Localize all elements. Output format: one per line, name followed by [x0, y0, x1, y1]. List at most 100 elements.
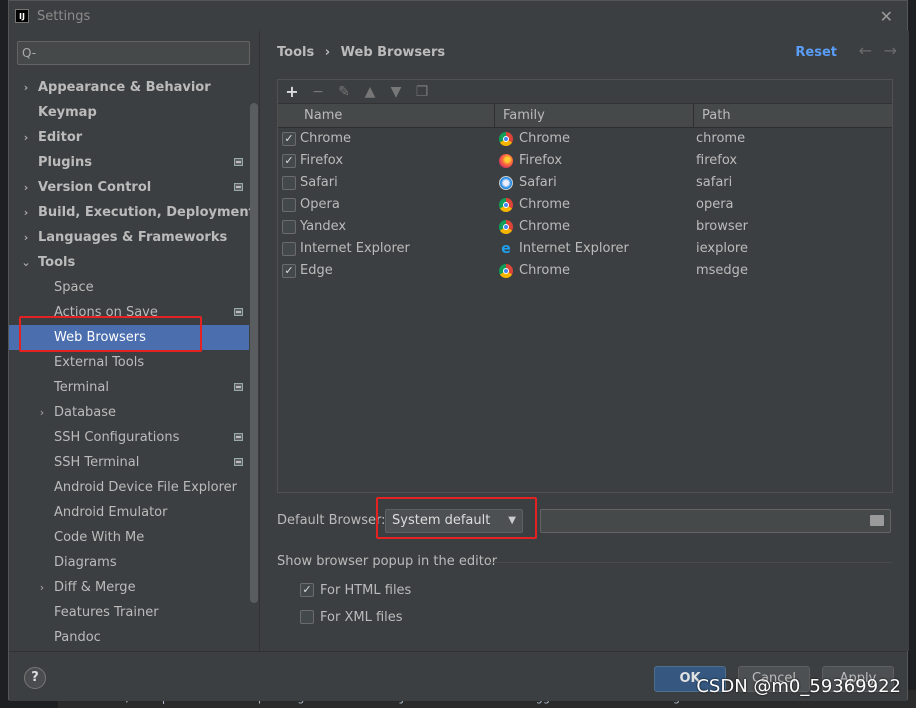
folder-icon[interactable] — [870, 515, 884, 526]
chevron-right-icon[interactable]: › — [21, 125, 31, 150]
xml-files-option[interactable]: For XML files — [300, 607, 403, 627]
sidebar-item-label: Build, Execution, Deployment — [38, 205, 255, 220]
chevron-right-icon[interactable]: › — [21, 75, 31, 100]
settings-sidebar: Q- › Appearance & Behavior Keymap › Editor Pl… — [9, 31, 259, 651]
table-row[interactable]: Safari Safari safari — [278, 172, 892, 194]
close-icon[interactable]: ✕ — [880, 7, 893, 26]
sidebar-item-diagrams[interactable]: Diagrams — [9, 550, 249, 575]
edit-pencil-icon[interactable]: ✎ — [336, 84, 352, 100]
back-arrow-icon[interactable]: ← — [859, 41, 872, 60]
sidebar-item-languages-frameworks[interactable]: › Languages & Frameworks — [9, 225, 249, 250]
column-header-family[interactable]: Family — [495, 104, 694, 127]
browsers-table: + − ✎ ▲ ▼ ❐ Name Family Path ✓ Chrome Chro… — [277, 79, 893, 493]
sidebar-item-android-emulator[interactable]: Android Emulator — [9, 500, 249, 525]
column-header-path[interactable]: Path — [694, 104, 892, 127]
chevron-right-icon[interactable]: › — [21, 200, 31, 225]
table-row[interactable]: Yandex Chrome browser — [278, 216, 892, 238]
table-row[interactable]: ✓ Firefox Firefox firefox — [278, 150, 892, 172]
sidebar-item-appearance-behavior[interactable]: › Appearance & Behavior — [9, 75, 249, 100]
browser-enabled-checkbox[interactable] — [282, 198, 296, 212]
table-row[interactable]: Opera Chrome opera — [278, 194, 892, 216]
html-files-checkbox[interactable]: ✓ — [300, 583, 314, 597]
browser-family: Chrome — [519, 219, 570, 234]
chevron-right-icon[interactable]: › — [21, 175, 31, 200]
chrome-icon — [499, 132, 513, 146]
table-row[interactable]: ✓ Edge Chrome msedge — [278, 260, 892, 282]
sidebar-item-label: Database — [54, 405, 117, 420]
browser-name-cell: ✓ Firefox — [278, 150, 495, 172]
chrome-icon — [499, 264, 513, 278]
settings-dialog: IJ Settings ✕ Q- › Appearance & Behavior K… — [8, 0, 909, 701]
browser-family-cell: Chrome — [495, 194, 694, 216]
browser-name: Chrome — [300, 131, 351, 146]
sidebar-item-pandoc[interactable]: Pandoc — [9, 625, 249, 650]
browser-name-cell: Safari — [278, 172, 495, 194]
sidebar-item-keymap[interactable]: Keymap — [9, 100, 249, 125]
sidebar-item-space[interactable]: Space — [9, 275, 249, 300]
browser-enabled-checkbox[interactable] — [282, 220, 296, 234]
sidebar-item-actions-on-save[interactable]: Actions on Save — [9, 300, 249, 325]
chevron-right-icon[interactable]: › — [37, 575, 47, 600]
sidebar-item-external-tools[interactable]: External Tools — [9, 350, 249, 375]
add-icon[interactable]: + — [284, 82, 300, 101]
sidebar-item-ssh-terminal[interactable]: SSH Terminal — [9, 450, 249, 475]
help-button[interactable]: ? — [24, 667, 46, 689]
sidebar-item-tools[interactable]: ⌄ Tools — [9, 250, 249, 275]
project-level-icon — [234, 383, 243, 391]
sidebar-item-label: Languages & Frameworks — [38, 230, 228, 245]
sidebar-item-label: Version Control — [38, 180, 152, 195]
move-down-icon[interactable]: ▼ — [388, 84, 404, 100]
copy-icon[interactable]: ❐ — [414, 84, 430, 100]
search-input[interactable]: Q- — [17, 41, 250, 65]
forward-arrow-icon[interactable]: → — [884, 41, 897, 60]
column-header-name[interactable]: Name — [278, 104, 495, 127]
default-browser-select[interactable]: System default ▼ — [385, 509, 523, 533]
sidebar-item-database[interactable]: › Database — [9, 400, 249, 425]
chevron-down-icon[interactable]: ⌄ — [21, 250, 31, 275]
sidebar-item-build-execution-deployment[interactable]: › Build, Execution, Deployment — [9, 200, 255, 225]
sidebar-item-label: SSH Configurations — [54, 430, 180, 445]
move-up-icon[interactable]: ▲ — [362, 84, 378, 100]
sidebar-scrollbar-thumb[interactable] — [250, 103, 258, 603]
sidebar-item-label: Diff & Merge — [54, 580, 136, 595]
default-browser-label: Default Browser: — [277, 513, 386, 528]
table-row[interactable]: Internet Explorer e Internet Explorer iexpl… — [278, 238, 892, 260]
browser-enabled-checkbox[interactable]: ✓ — [282, 264, 296, 278]
xml-files-checkbox[interactable] — [300, 610, 314, 624]
table-row[interactable]: ✓ Chrome Chrome chrome — [278, 128, 892, 150]
sidebar-item-label: Editor — [38, 130, 83, 145]
chevron-right-icon[interactable]: › — [37, 400, 47, 425]
browser-path-cell: safari — [696, 175, 733, 190]
sidebar-item-plugins[interactable]: Plugins — [9, 150, 249, 175]
remove-icon[interactable]: − — [310, 84, 326, 100]
sidebar-item-label: Terminal — [54, 380, 109, 395]
browser-enabled-checkbox[interactable]: ✓ — [282, 154, 296, 168]
browser-name-cell: Internet Explorer — [278, 238, 495, 260]
chrome-icon — [499, 198, 513, 212]
sidebar-item-android-device-file-explorer[interactable]: Android Device File Explorer — [9, 475, 249, 500]
sidebar-item-code-with-me[interactable]: Code With Me — [9, 525, 249, 550]
breadcrumb-current: Web Browsers — [340, 45, 446, 60]
sidebar-item-terminal[interactable]: Terminal — [9, 375, 249, 400]
browser-enabled-checkbox[interactable] — [282, 176, 296, 190]
html-files-option[interactable]: ✓ For HTML files — [300, 580, 411, 600]
sidebar-item-features-trainer[interactable]: Features Trainer — [9, 600, 249, 625]
sidebar-item-label: Code With Me — [54, 530, 145, 545]
sidebar-item-version-control[interactable]: › Version Control — [9, 175, 249, 200]
reset-button[interactable]: Reset — [795, 45, 837, 60]
sidebar-item-web-browsers[interactable]: Web Browsers — [9, 325, 249, 350]
sidebar-item-ssh-configurations[interactable]: SSH Configurations — [9, 425, 249, 450]
safari-icon — [499, 176, 513, 190]
chevron-right-icon[interactable]: › — [21, 225, 31, 250]
browser-path-field[interactable] — [540, 509, 891, 533]
sidebar-item-label: Tools — [38, 255, 76, 270]
sidebar-item-diff-merge[interactable]: › Diff & Merge — [9, 575, 249, 600]
breadcrumb-parent[interactable]: Tools — [277, 45, 314, 60]
window-title: Settings — [37, 8, 91, 24]
sidebar-item-label: Plugins — [38, 155, 92, 170]
browser-enabled-checkbox[interactable] — [282, 242, 296, 256]
sidebar-item-label: SSH Terminal — [54, 455, 140, 470]
browser-enabled-checkbox[interactable]: ✓ — [282, 132, 296, 146]
web-browsers-panel: Tools › Web Browsers Reset ← → + − ✎ ▲ ▼… — [259, 31, 909, 651]
sidebar-item-editor[interactable]: › Editor — [9, 125, 249, 150]
